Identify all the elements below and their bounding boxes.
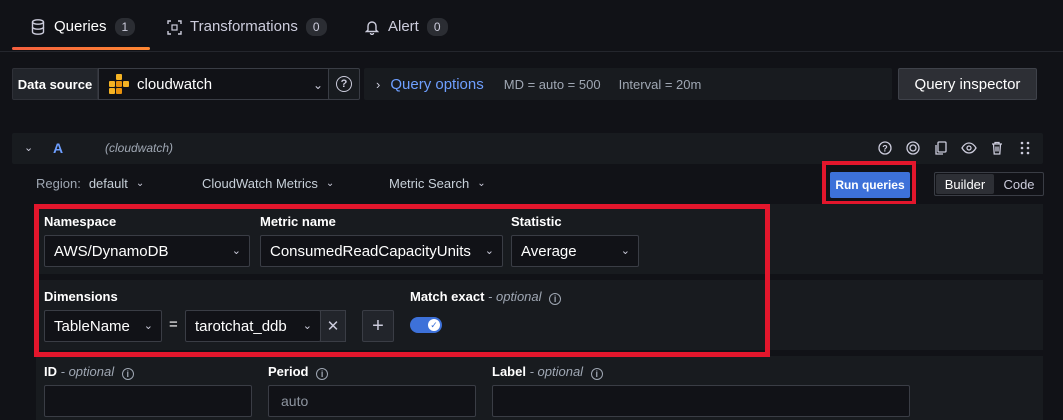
chevron-down-icon: ⌄ bbox=[135, 178, 145, 189]
period-input[interactable]: auto bbox=[268, 385, 476, 417]
query-row-header: ⌄ A (cloudwatch) ? bbox=[12, 133, 1043, 164]
chevron-down-icon: ⌄ bbox=[325, 178, 335, 189]
interval-info: Interval = 20m bbox=[618, 76, 702, 92]
max-data-points: MD = auto = 500 bbox=[503, 76, 601, 92]
chevron-right-icon: › bbox=[376, 76, 381, 92]
datasource-picker[interactable]: cloudwatch ⌄ bbox=[98, 68, 334, 100]
optional-hint: - optional bbox=[529, 364, 584, 379]
id-label: ID - optional i bbox=[44, 364, 134, 380]
query-actions: ? bbox=[877, 140, 1033, 156]
circle-target-icon[interactable] bbox=[905, 140, 921, 156]
tab-count-badge: 1 bbox=[114, 18, 136, 36]
query-inspector-button[interactable]: Query inspector bbox=[898, 68, 1037, 100]
aws-logo-icon bbox=[109, 74, 129, 94]
tab-bar: Queries 1 Transformations 0 Alert 0 bbox=[0, 0, 1063, 52]
builder-mode-button[interactable]: Builder bbox=[936, 174, 994, 194]
tab-alert[interactable]: Alert 0 bbox=[364, 18, 448, 52]
info-icon[interactable]: i bbox=[316, 368, 329, 380]
help-icon[interactable]: ? bbox=[877, 140, 893, 156]
code-mode-button[interactable]: Code bbox=[995, 173, 1043, 195]
tab-transformations[interactable]: Transformations 0 bbox=[166, 18, 327, 52]
info-icon[interactable]: i bbox=[590, 368, 603, 380]
svg-text:?: ? bbox=[882, 144, 888, 154]
datasource-value: cloudwatch bbox=[137, 75, 213, 93]
query-options-title: Query options bbox=[390, 75, 484, 93]
tab-label: Transformations bbox=[190, 18, 298, 35]
datasource-help-button[interactable]: ? bbox=[328, 68, 360, 100]
copy-icon[interactable] bbox=[933, 140, 949, 156]
tab-count-badge: 0 bbox=[426, 18, 448, 36]
period-label-text: Period bbox=[268, 364, 309, 379]
id-label-text: ID bbox=[44, 364, 57, 379]
region-select[interactable]: Region: default ⌄ bbox=[36, 176, 144, 191]
bell-icon bbox=[364, 19, 380, 35]
optional-hint: - optional bbox=[60, 364, 115, 379]
label-input[interactable] bbox=[492, 385, 910, 417]
label-label-text: Label bbox=[492, 364, 526, 379]
tab-label: Alert bbox=[388, 18, 419, 35]
service-value: CloudWatch Metrics bbox=[202, 176, 318, 191]
eye-icon[interactable] bbox=[961, 140, 977, 156]
drag-handle-icon[interactable] bbox=[1017, 140, 1033, 156]
service-select[interactable]: CloudWatch Metrics ⌄ bbox=[202, 176, 334, 191]
builder-highlight bbox=[34, 204, 770, 357]
label-label: Label - optional i bbox=[492, 364, 603, 380]
period-label: Period i bbox=[268, 364, 329, 380]
editor-mode-toggle: Builder Code bbox=[934, 172, 1044, 196]
datasource-label: Data source bbox=[12, 68, 98, 100]
info-icon[interactable]: i bbox=[121, 368, 134, 380]
query-ref-id[interactable]: A bbox=[53, 140, 63, 156]
id-input[interactable] bbox=[44, 385, 252, 417]
chevron-down-icon: ⌄ bbox=[477, 178, 486, 189]
database-icon bbox=[30, 19, 46, 35]
run-queries-highlight bbox=[822, 161, 916, 205]
collapse-chevron-icon[interactable]: ⌄ bbox=[24, 141, 33, 154]
chevron-down-icon: ⌄ bbox=[312, 78, 323, 92]
trash-icon[interactable] bbox=[989, 140, 1005, 156]
active-tab-indicator bbox=[12, 47, 150, 50]
tab-label: Queries bbox=[54, 18, 107, 35]
query-mode-value: Metric Search bbox=[389, 176, 470, 191]
transform-icon bbox=[166, 19, 182, 35]
tab-count-badge: 0 bbox=[305, 18, 327, 36]
question-icon: ? bbox=[336, 76, 352, 92]
query-mode-select[interactable]: Metric Search ⌄ bbox=[389, 176, 486, 191]
region-label: Region: bbox=[36, 176, 81, 191]
query-options-bar[interactable]: › Query options MD = auto = 500 Interval… bbox=[364, 68, 892, 100]
query-datasource-name: (cloudwatch) bbox=[105, 141, 174, 155]
region-value: default bbox=[88, 176, 128, 191]
